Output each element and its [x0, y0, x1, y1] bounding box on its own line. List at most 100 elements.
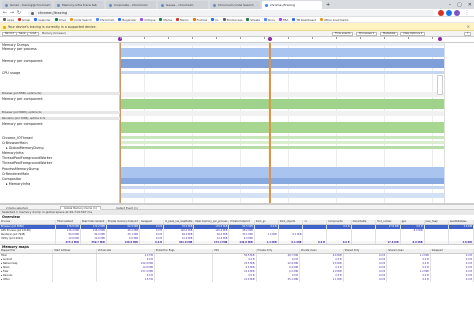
- maximize-icon[interactable]: ▢: [457, 2, 462, 8]
- bookmark-item[interactable]: ProdAccess: [222, 17, 243, 22]
- track-label[interactable]: ThreadPoolForegroundWorker: [2, 156, 52, 160]
- processes-dropdown[interactable]: Processes ▾: [356, 32, 377, 36]
- ruler-tick: [384, 37, 385, 39]
- table-cell: 1.1 MiB: [299, 278, 344, 282]
- close-window-icon[interactable]: ✕: [468, 2, 472, 8]
- timeline-scrollbar[interactable]: [437, 75, 443, 95]
- ruler-tick: [120, 37, 121, 39]
- tab-global-memory-dump[interactable]: Global Memory Dump (1): [60, 205, 101, 210]
- process-header[interactable]: Renderer (pid 7948), uptime 0.7s: [0, 117, 120, 120]
- bookmark-item[interactable]: TB Dashboard: [292, 18, 316, 22]
- track-label[interactable]: CrBrowserMain: [2, 141, 28, 145]
- bookmark-item[interactable]: TBA: [278, 18, 288, 22]
- bookmark-favicon-icon: [159, 18, 163, 21]
- bookmark-item[interactable]: Gmail: [17, 18, 30, 22]
- bookmark-label: Moma: [163, 17, 173, 22]
- track-label[interactable]: ▸ GlobalMemoryDump: [6, 146, 44, 150]
- tab-label: Corporate - Chromium: [114, 3, 148, 7]
- column-header[interactable]: Private memory footprint: [106, 220, 140, 225]
- bookmark-item[interactable]: Chromium: [95, 17, 115, 22]
- bookmark-favicon-icon: [70, 18, 74, 21]
- minimize-icon[interactable]: –: [449, 2, 452, 8]
- track-label[interactable]: Memory per component: [2, 59, 43, 63]
- profile-avatar-icon[interactable]: [454, 10, 460, 16]
- track-label[interactable]: ProcessMemoryDump: [2, 167, 39, 171]
- browser-tab-active[interactable]: chrome://tracing: [262, 1, 322, 9]
- flow-events-button[interactable]: Flow events: [332, 32, 354, 36]
- overview-table: Process Total resident Peak total resident…: [0, 220, 474, 245]
- bookmark-item[interactable]: CL: [211, 18, 219, 22]
- column-header[interactable]: Peak total resident: [80, 220, 107, 225]
- track-label[interactable]: Chrome_IOThread: [2, 136, 33, 140]
- memory-dump-marker-icon[interactable]: [438, 37, 442, 41]
- track-label[interactable]: ThreadPoolForegroundWorker: [2, 161, 52, 165]
- memory-dump-marker-icon[interactable]: [268, 37, 272, 41]
- bookmark-item[interactable]: Docs: [263, 17, 275, 22]
- browser-tab[interactable]: Chromium Code Search: [210, 1, 260, 9]
- forward-icon[interactable]: →: [9, 10, 15, 16]
- view-options-dropdown[interactable]: View Options ▾: [400, 32, 426, 36]
- bookmark-label: CL: [215, 17, 219, 22]
- extension-icon[interactable]: [438, 10, 444, 16]
- ruler-tick: [264, 37, 265, 39]
- track-label[interactable]: Compositor: [2, 177, 21, 181]
- tab-label: Memory-infra trace tab: [62, 3, 97, 7]
- bookmark-item[interactable]: Fuchsia: [192, 18, 207, 22]
- browser-tab[interactable]: Corporate - Chromium: [106, 1, 156, 9]
- bookmark-item[interactable]: Buganizer: [118, 18, 136, 22]
- bookmark-item[interactable]: Memo: [176, 18, 189, 22]
- help-icon[interactable]: ?: [464, 32, 471, 36]
- bookmark-label: ProdAccess: [226, 17, 243, 22]
- warning-icon: [3, 25, 6, 29]
- selection-line[interactable]: [270, 43, 271, 203]
- browser-menu-icon[interactable]: ⋮: [464, 10, 470, 16]
- bookmark-item[interactable]: Moma: [159, 18, 172, 22]
- track-label[interactable]: MemoryInfra: [2, 151, 24, 155]
- back-icon[interactable]: ←: [2, 10, 8, 16]
- track-label[interactable]: ▸ MemoryInfra: [6, 182, 30, 186]
- bookmark-item[interactable]: Other bookmarks: [320, 18, 348, 22]
- track-label[interactable]: Memory per component: [2, 97, 43, 101]
- track-label[interactable]: CrRendererMain: [2, 172, 29, 176]
- address-bar[interactable]: chrome://tracing: [28, 10, 434, 16]
- bookmark-item[interactable]: Calendar: [34, 18, 51, 22]
- timeline-canvas[interactable]: [120, 43, 444, 203]
- bookmark-item[interactable]: Apps: [3, 18, 14, 22]
- selection-range[interactable]: [120, 43, 270, 203]
- close-infobar-icon[interactable]: ×: [467, 23, 470, 31]
- bookmark-label: Chromium: [99, 17, 115, 22]
- bookmark-item[interactable]: Sheets: [246, 18, 260, 22]
- reload-icon[interactable]: ↻: [16, 10, 22, 16]
- browser-tab[interactable]: Gmail - tracing@chromium: [2, 1, 52, 9]
- timeline-right-gutter: [444, 43, 474, 203]
- load-button[interactable]: Load: [27, 32, 40, 36]
- ruler-tick: [360, 37, 361, 39]
- track-label[interactable]: CPU usage: [2, 71, 20, 75]
- tab-instant-event[interactable]: Instant Event (1): [112, 206, 142, 210]
- ruler-tick: [408, 37, 409, 39]
- bookmark-item[interactable]: Code Search: [70, 18, 92, 22]
- bookmark-favicon-icon: [320, 18, 324, 21]
- track-label[interactable]: Memory per process: [2, 47, 37, 51]
- extension-icon[interactable]: [446, 10, 452, 16]
- record-button[interactable]: Record: [2, 32, 17, 36]
- process-header[interactable]: Browser (pid 8580, uptime 0s): [0, 92, 120, 95]
- column-header[interactable]: Ix_peak_res_resettable: [163, 220, 195, 225]
- browser-tab[interactable]: Memory-infra trace tab: [54, 1, 104, 9]
- track-label-column: Memory Dumps Memory per process Memory p…: [0, 43, 120, 203]
- column-header[interactable]: Peak memory_per_process: [193, 220, 230, 225]
- bookmark-item[interactable]: Critique: [140, 18, 155, 22]
- bookmark-label: Docs: [267, 17, 275, 22]
- browser-tab[interactable]: Issues - chromium: [158, 1, 208, 9]
- process-header[interactable]: Browser (pid 8008), uptime 0s: [0, 111, 120, 114]
- bookmark-favicon-icon: [292, 18, 296, 21]
- table-row[interactable]: ▸ Other 1.6 TiB 21.9 MiB 25.1 MiB 1.1 MiB 0.0…: [0, 278, 474, 282]
- track-label[interactable]: Memory per component: [2, 122, 43, 126]
- new-tab-button[interactable]: +: [324, 1, 332, 9]
- bookmark-item[interactable]: Drive: [54, 17, 67, 22]
- tab-label: chrome://tracing: [270, 3, 295, 7]
- bookmark-label: Drive: [58, 17, 67, 22]
- window-controls: – ▢ ✕: [449, 1, 472, 8]
- metadata-button[interactable]: Metadata: [380, 32, 399, 36]
- tab-favicon-icon: [57, 3, 60, 7]
